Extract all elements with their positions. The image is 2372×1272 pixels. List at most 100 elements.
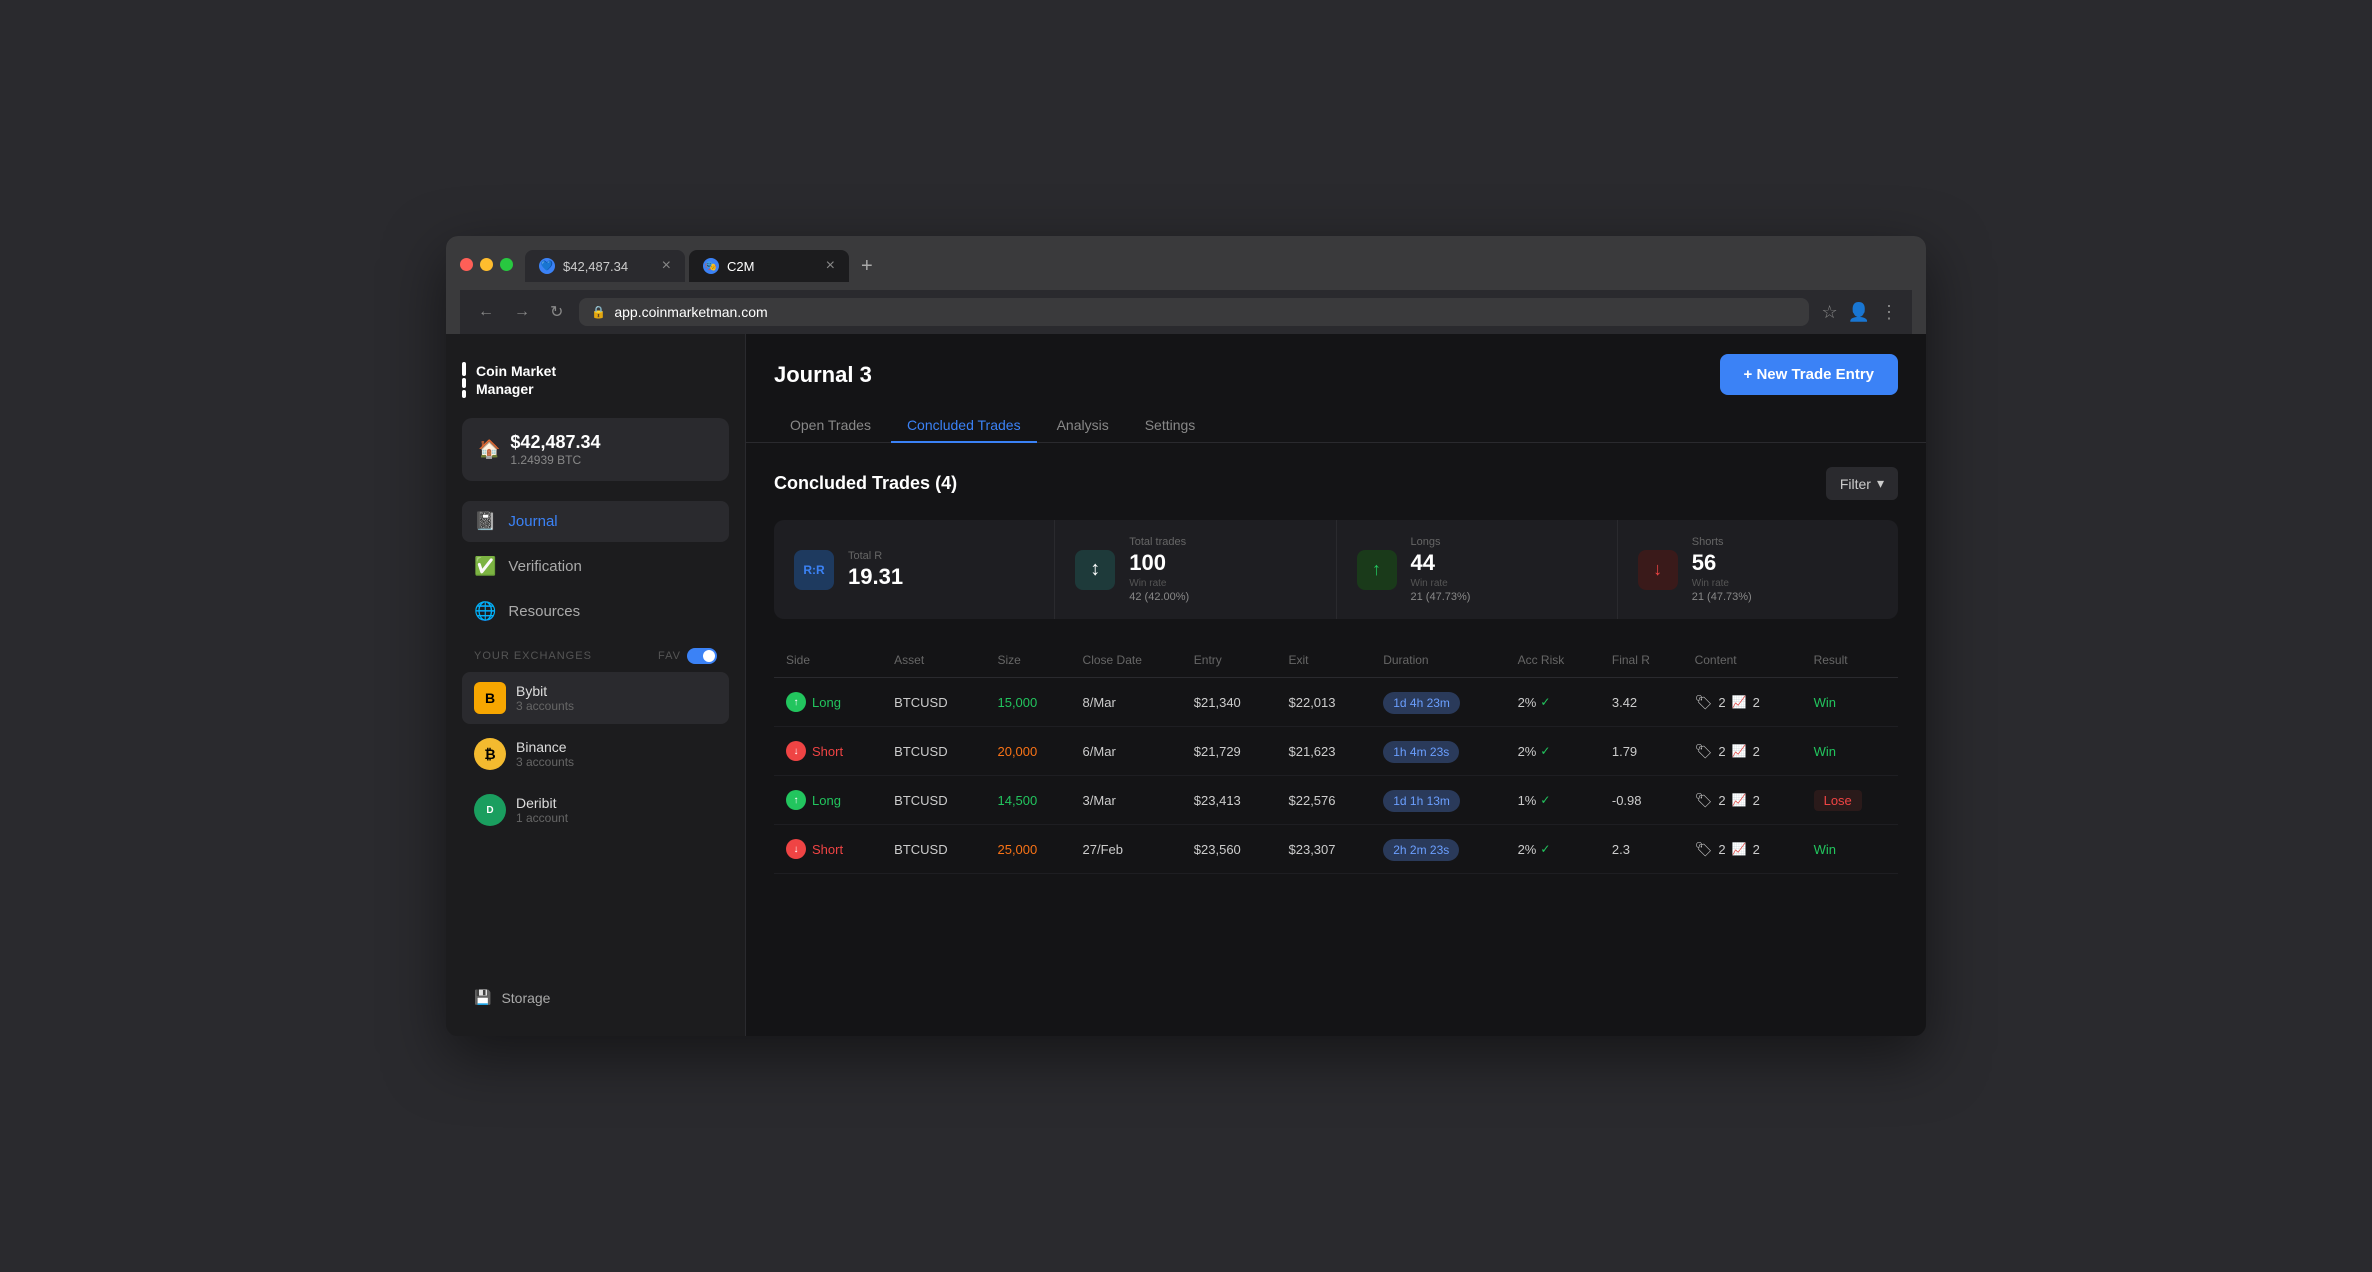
chart-icon: 📈 [1732, 695, 1747, 709]
logo-line2: Manager [476, 380, 556, 398]
cell-acc-risk: 2% ✓ [1506, 678, 1600, 727]
journal-icon: 📓 [474, 511, 496, 532]
tab-c2m-icon: 🎭 [703, 258, 719, 274]
nav-item-journal[interactable]: 📓 Journal [462, 501, 729, 542]
nav-refresh-button[interactable]: ↻ [546, 298, 567, 326]
maximize-traffic-light[interactable] [500, 258, 513, 271]
cell-entry: $23,413 [1182, 776, 1277, 825]
bookmark-icon[interactable]: ☆ [1821, 302, 1837, 323]
trades-info: Total trades 100 Win rate 42 (42.00%) [1129, 536, 1315, 603]
tab-settings[interactable]: Settings [1129, 409, 1212, 443]
section-title: Concluded Trades (4) [774, 473, 957, 494]
tab-c2m-close[interactable]: × [826, 258, 835, 274]
cell-final-r: 1.79 [1600, 727, 1683, 776]
filter-button[interactable]: Filter ▾ [1826, 467, 1898, 500]
binance-name: Binance [516, 739, 574, 755]
deribit-name: Deribit [516, 795, 568, 811]
balance-info: $42,487.34 1.24939 BTC [510, 432, 600, 467]
tab-price-close[interactable]: × [662, 258, 671, 274]
exchange-item-binance[interactable]: ₿ Binance 3 accounts [462, 728, 729, 780]
cell-size: 20,000 [985, 727, 1070, 776]
main-content: Journal 3 + New Trade Entry Open Trades … [746, 334, 1926, 1036]
cell-content: 🏷2 📈2 [1683, 825, 1802, 874]
nav-item-verification[interactable]: ✅ Verification [462, 546, 729, 587]
exchanges-section-label: YOUR EXCHANGES FAV [462, 636, 729, 672]
th-acc-risk: Acc Risk [1506, 643, 1600, 678]
cell-duration: 2h 2m 23s [1371, 825, 1505, 874]
shorts-win-rate-label: Win rate [1692, 578, 1878, 589]
table-row[interactable]: ↓ Short BTCUSD 25,000 27/Feb $23,560 $23… [774, 825, 1898, 874]
storage-item[interactable]: 💾 Storage [462, 979, 729, 1016]
nav-item-resources-label: Resources [508, 603, 580, 620]
th-entry: Entry [1182, 643, 1277, 678]
tab-open-trades[interactable]: Open Trades [774, 409, 887, 443]
cell-side: ↑ Long [774, 678, 882, 727]
logo-area: Coin Market Manager [462, 354, 729, 418]
new-tab-button[interactable]: + [853, 251, 881, 282]
bybit-name: Bybit [516, 683, 574, 699]
page-title: Journal 3 [774, 362, 872, 388]
result-badge: Win [1814, 744, 1836, 759]
table-row[interactable]: ↓ Short BTCUSD 20,000 6/Mar $21,729 $21,… [774, 727, 1898, 776]
storage-label: Storage [501, 990, 550, 1006]
browser-tab-price[interactable]: 💙 $42,487.34 × [525, 250, 685, 282]
cell-result: Win [1802, 727, 1898, 776]
logo-bar-2 [462, 378, 466, 388]
page-header: Journal 3 + New Trade Entry [746, 334, 1926, 395]
lock-icon: 🔒 [591, 305, 606, 319]
th-asset: Asset [882, 643, 985, 678]
table-row[interactable]: ↑ Long BTCUSD 15,000 8/Mar $21,340 $22,0… [774, 678, 1898, 727]
menu-icon[interactable]: ⋮ [1880, 302, 1898, 323]
address-bar-row: ← → ↻ 🔒 app.coinmarketman.com ☆ 👤 ⋮ [460, 290, 1912, 334]
nav-forward-button[interactable]: → [510, 299, 534, 325]
logo-bar-1 [462, 362, 466, 376]
cell-exit: $22,576 [1277, 776, 1372, 825]
cell-acc-risk: 2% ✓ [1506, 727, 1600, 776]
tab-analysis[interactable]: Analysis [1041, 409, 1125, 443]
cell-entry: $21,729 [1182, 727, 1277, 776]
chart-icon: 📈 [1732, 793, 1747, 807]
nav-back-button[interactable]: ← [474, 299, 498, 325]
side-icon: ↓ [786, 741, 806, 761]
cell-final-r: 3.42 [1600, 678, 1683, 727]
cell-size: 15,000 [985, 678, 1070, 727]
result-badge: Win [1814, 695, 1836, 710]
shorts-label: Shorts [1692, 536, 1878, 548]
exchange-item-deribit[interactable]: D Deribit 1 account [462, 784, 729, 836]
browser-tab-c2m[interactable]: 🎭 C2M × [689, 250, 849, 282]
cell-close-date: 3/Mar [1071, 776, 1182, 825]
cell-duration: 1d 1h 13m [1371, 776, 1505, 825]
nav-item-resources[interactable]: 🌐 Resources [462, 591, 729, 632]
close-traffic-light[interactable] [460, 258, 473, 271]
th-side: Side [774, 643, 882, 678]
stats-row: R:R Total R 19.31 ↕ Total trades 100 Win… [774, 520, 1898, 619]
cell-asset: BTCUSD [882, 727, 985, 776]
table-row[interactable]: ↑ Long BTCUSD 14,500 3/Mar $23,413 $22,5… [774, 776, 1898, 825]
cell-asset: BTCUSD [882, 825, 985, 874]
cell-side: ↑ Long [774, 776, 882, 825]
fav-toggle: FAV [658, 648, 717, 664]
rr-icon: R:R [794, 550, 834, 590]
sidebar: Coin Market Manager 🏠 $42,487.34 1.24939… [446, 334, 746, 1036]
new-trade-button[interactable]: + New Trade Entry [1720, 354, 1898, 395]
balance-card[interactable]: 🏠 $42,487.34 1.24939 BTC [462, 418, 729, 481]
tag-icon: 🏷 [1695, 792, 1713, 809]
deribit-info: Deribit 1 account [516, 795, 568, 825]
fav-toggle-switch[interactable] [687, 648, 717, 664]
storage-icon: 💾 [474, 989, 491, 1006]
exchange-item-bybit[interactable]: B Bybit 3 accounts [462, 672, 729, 724]
trades-sub: 42 (42.00%) [1129, 591, 1315, 603]
shorts-sub: 21 (47.73%) [1692, 591, 1878, 603]
cell-exit: $22,013 [1277, 678, 1372, 727]
address-bar[interactable]: 🔒 app.coinmarketman.com [579, 298, 1809, 326]
minimize-traffic-light[interactable] [480, 258, 493, 271]
profile-icon[interactable]: 👤 [1848, 302, 1870, 323]
bybit-info: Bybit 3 accounts [516, 683, 574, 713]
tab-concluded-trades[interactable]: Concluded Trades [891, 409, 1037, 443]
trades-label: Total trades [1129, 536, 1315, 548]
longs-label: Longs [1411, 536, 1597, 548]
cell-close-date: 27/Feb [1071, 825, 1182, 874]
longs-icon: ↑ [1357, 550, 1397, 590]
tab-price-label: $42,487.34 [563, 259, 628, 274]
cell-result: Win [1802, 678, 1898, 727]
